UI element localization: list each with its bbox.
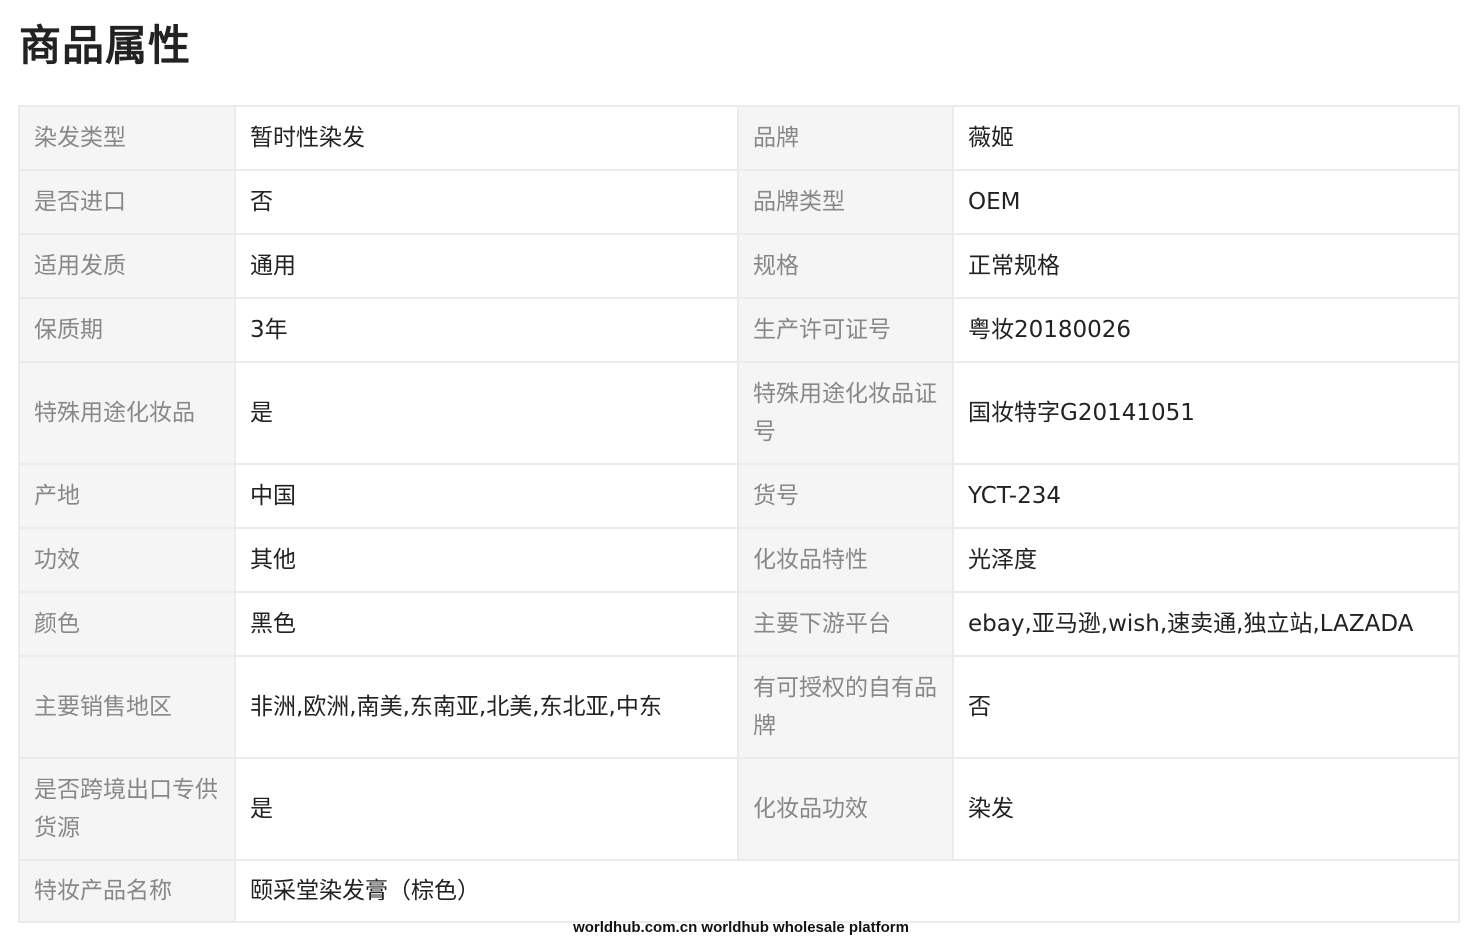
attribute-value: 粤妆20180026 <box>952 297 1460 363</box>
attribute-value: 通用 <box>234 233 739 299</box>
table-row: 特妆产品名称 颐采堂染发膏（棕色） <box>18 859 1460 923</box>
page-title: 商品属性 <box>19 21 192 70</box>
table-row: 特殊用途化妆品 是 特殊用途化妆品证号 国妆特字G20141051 <box>18 361 1460 465</box>
attribute-value: 是 <box>234 361 739 465</box>
attribute-value: 否 <box>234 169 739 235</box>
attribute-label: 染发类型 <box>18 105 236 171</box>
attribute-label: 特殊用途化妆品 <box>18 361 236 465</box>
table-row: 是否进口 否 品牌类型 OEM <box>18 169 1460 235</box>
attribute-value: 3年 <box>234 297 739 363</box>
attribute-value: 正常规格 <box>952 233 1460 299</box>
attribute-value: 染发 <box>952 757 1460 861</box>
attribute-label: 是否进口 <box>18 169 236 235</box>
attribute-label: 功效 <box>18 527 236 593</box>
attribute-label: 是否跨境出口专供货源 <box>18 757 236 861</box>
attribute-value: 中国 <box>234 463 739 529</box>
attribute-label: 主要下游平台 <box>737 591 954 657</box>
attribute-value: YCT-234 <box>952 463 1460 529</box>
attribute-value: 否 <box>952 655 1460 759</box>
attribute-value: ebay,亚马逊,wish,速卖通,独立站,LAZADA <box>952 591 1460 657</box>
attribute-label: 品牌 <box>737 105 954 171</box>
table-row: 主要销售地区 非洲,欧洲,南美,东南亚,北美,东北亚,中东 有可授权的自有品牌 … <box>18 655 1460 759</box>
table-row: 产地 中国 货号 YCT-234 <box>18 463 1460 529</box>
attribute-label: 货号 <box>737 463 954 529</box>
attribute-label: 特殊用途化妆品证号 <box>737 361 954 465</box>
attribute-value: 是 <box>234 757 739 861</box>
attribute-value: 黑色 <box>234 591 739 657</box>
attribute-value: 其他 <box>234 527 739 593</box>
attribute-value: 薇姬 <box>952 105 1460 171</box>
table-row: 染发类型 暂时性染发 品牌 薇姬 <box>18 105 1460 171</box>
footer-watermark: worldhub.com.cn worldhub wholesale platf… <box>573 919 909 936</box>
attribute-label: 生产许可证号 <box>737 297 954 363</box>
table-row: 是否跨境出口专供货源 是 化妆品功效 染发 <box>18 757 1460 861</box>
attribute-label: 保质期 <box>18 297 236 363</box>
attribute-label: 产地 <box>18 463 236 529</box>
attribute-value: OEM <box>952 169 1460 235</box>
attribute-label: 颜色 <box>18 591 236 657</box>
attribute-label: 规格 <box>737 233 954 299</box>
attribute-label: 品牌类型 <box>737 169 954 235</box>
attribute-label: 有可授权的自有品牌 <box>737 655 954 759</box>
attribute-value: 国妆特字G20141051 <box>952 361 1460 465</box>
attribute-value: 非洲,欧洲,南美,东南亚,北美,东北亚,中东 <box>234 655 739 759</box>
attribute-value: 颐采堂染发膏（棕色） <box>234 859 1460 923</box>
attribute-label: 适用发质 <box>18 233 236 299</box>
table-row: 功效 其他 化妆品特性 光泽度 <box>18 527 1460 593</box>
table-row: 保质期 3年 生产许可证号 粤妆20180026 <box>18 297 1460 363</box>
attribute-label: 主要销售地区 <box>18 655 236 759</box>
attribute-label: 化妆品功效 <box>737 757 954 861</box>
table-row: 适用发质 通用 规格 正常规格 <box>18 233 1460 299</box>
attribute-label: 特妆产品名称 <box>18 859 236 923</box>
attribute-value: 光泽度 <box>952 527 1460 593</box>
attribute-label: 化妆品特性 <box>737 527 954 593</box>
table-row: 颜色 黑色 主要下游平台 ebay,亚马逊,wish,速卖通,独立站,LAZAD… <box>18 591 1460 657</box>
product-attributes-table: 染发类型 暂时性染发 品牌 薇姬 是否进口 否 品牌类型 OEM 适用发质 通用… <box>18 105 1460 923</box>
attribute-value: 暂时性染发 <box>234 105 739 171</box>
